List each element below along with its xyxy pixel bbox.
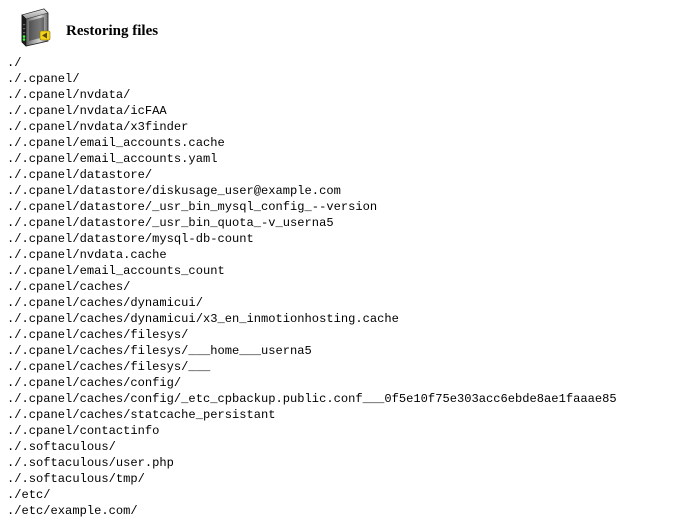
- file-path-line: ./.cpanel/datastore/_usr_bin_quota_-v_us…: [7, 216, 334, 230]
- file-path-line: ./.softaculous/: [7, 440, 116, 454]
- file-path-line: ./.cpanel/nvdata/: [7, 88, 131, 102]
- file-path-line: ./.cpanel/email_accounts.yaml: [7, 152, 218, 166]
- file-path-line: ./etc/: [7, 488, 51, 502]
- file-path-line: ./.cpanel/caches/config/: [7, 376, 182, 390]
- file-path-line: ./etc/example.com/: [7, 504, 138, 518]
- file-path-line: ./.cpanel/caches/statcache_persistant: [7, 408, 276, 422]
- file-path-line: ./.cpanel/caches/config/_etc_cpbackup.pu…: [7, 392, 617, 406]
- file-path-line: ./.cpanel/datastore/: [7, 168, 153, 182]
- header: [18, 4, 52, 50]
- file-path-line: ./.cpanel/caches/dynamicui/x3_en_inmotio…: [7, 312, 399, 326]
- file-list: ./ ./.cpanel/ ./.cpanel/nvdata/ ./.cpanel/n…: [7, 55, 617, 519]
- file-path-line: ./.cpanel/nvdata/x3finder: [7, 120, 189, 134]
- file-path-line: ./.cpanel/datastore/diskusage_user@examp…: [7, 184, 341, 198]
- file-path-line: ./.cpanel/datastore/mysql-db-count: [7, 232, 254, 246]
- file-path-line: ./.cpanel/email_accounts.cache: [7, 136, 225, 150]
- file-path-line: ./.softaculous/tmp/: [7, 472, 145, 486]
- page-title: Restoring files: [66, 23, 159, 39]
- file-path-line: ./.cpanel/nvdata.cache: [7, 248, 167, 262]
- file-path-line: ./.cpanel/nvdata/icFAA: [7, 104, 167, 118]
- file-path-line: ./.cpanel/caches/filesys/___home___usern…: [7, 344, 312, 358]
- file-path-line: ./.cpanel/contactinfo: [7, 424, 160, 438]
- file-path-line: ./.cpanel/caches/filesys/: [7, 328, 189, 342]
- file-path-line: ./.cpanel/caches/: [7, 280, 131, 294]
- file-path-line: ./: [7, 56, 22, 70]
- file-path-line: ./.cpanel/: [7, 72, 80, 86]
- server-icon: [21, 8, 51, 47]
- file-path-line: ./.softaculous/user.php: [7, 456, 174, 470]
- file-path-line: ./.cpanel/email_accounts_count: [7, 264, 225, 278]
- file-path-line: ./.cpanel/caches/filesys/___: [7, 360, 211, 374]
- file-path-line: ./.cpanel/datastore/_usr_bin_mysql_confi…: [7, 200, 378, 214]
- file-path-line: ./.cpanel/caches/dynamicui/: [7, 296, 203, 310]
